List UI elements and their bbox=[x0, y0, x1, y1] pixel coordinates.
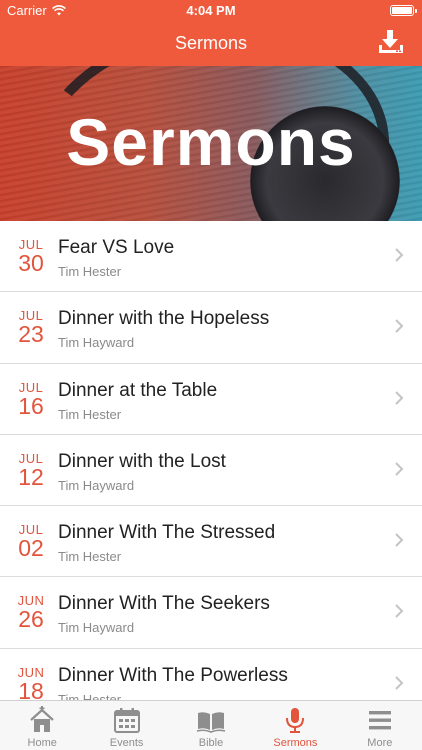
sermon-day: 23 bbox=[18, 321, 44, 348]
sermon-day: 16 bbox=[18, 392, 44, 419]
sermon-day: 30 bbox=[18, 250, 44, 276]
sermon-day: 26 bbox=[18, 606, 44, 633]
calendar-icon bbox=[113, 708, 140, 733]
hero-title: Sermons bbox=[66, 105, 356, 179]
microphone-icon bbox=[286, 708, 305, 733]
hero-banner: Sermons bbox=[0, 66, 422, 221]
header: Carrier 4:04 PM Sermons bbox=[0, 0, 422, 66]
battery-icon bbox=[390, 5, 417, 16]
sermon-row[interactable]: JUL 12 Dinner with the Lost Tim Hayward bbox=[0, 435, 422, 507]
status-time: 4:04 PM bbox=[186, 3, 236, 18]
book-icon bbox=[196, 712, 226, 733]
sermon-row[interactable]: JUN 18 Dinner With The Powerless Tim Hester bbox=[0, 649, 422, 700]
sermon-title: Dinner at the Table bbox=[58, 379, 218, 401]
sermon-speaker: Tim Hester bbox=[58, 264, 122, 279]
menu-icon bbox=[368, 711, 391, 730]
tab-label: Events bbox=[109, 737, 144, 749]
tab-home[interactable]: Home bbox=[0, 701, 84, 750]
chevron-right-icon bbox=[395, 676, 404, 690]
sermon-row[interactable]: JUL 30 Fear VS Love Tim Hester bbox=[0, 221, 422, 293]
sermon-date: JUL 30 bbox=[14, 238, 48, 275]
tab-label: Home bbox=[27, 737, 57, 749]
tab-bar: Home Events Bible Sermons More bbox=[0, 700, 422, 750]
sermon-day: 12 bbox=[18, 463, 44, 490]
chevron-right-icon bbox=[395, 248, 404, 262]
sermon-row[interactable]: JUN 26 Dinner With The Seekers Tim Hayward bbox=[0, 577, 422, 649]
sermon-title: Dinner with the Lost bbox=[58, 450, 226, 472]
sermon-row[interactable]: JUL 16 Dinner at the Table Tim Hester bbox=[0, 364, 422, 435]
chevron-right-icon bbox=[395, 533, 404, 547]
status-bar: Carrier 4:04 PM bbox=[0, 0, 422, 22]
sermon-title: Fear VS Love bbox=[58, 237, 175, 258]
sermon-date: JUL 12 bbox=[14, 452, 48, 489]
tab-label: Sermons bbox=[273, 737, 318, 749]
chevron-right-icon bbox=[395, 390, 404, 405]
sermon-row[interactable]: JUL 02 Dinner With The Stressed Tim Hester bbox=[0, 506, 422, 578]
tab-sermons[interactable]: Sermons bbox=[253, 701, 337, 750]
tab-label: More bbox=[367, 737, 393, 749]
sermon-day: 02 bbox=[18, 535, 44, 562]
sermon-title: Dinner With The Powerless bbox=[58, 664, 288, 686]
sermon-month: JUN bbox=[17, 664, 45, 680]
sermon-date: JUN 26 bbox=[14, 594, 48, 631]
sermon-month: JUL bbox=[18, 379, 44, 395]
sermon-date: JUL 23 bbox=[14, 309, 48, 346]
tab-events[interactable]: Events bbox=[84, 701, 168, 750]
sermon-speaker: Tim Hayward bbox=[58, 620, 135, 636]
sermon-list[interactable]: JUL 30 Fear VS Love Tim Hester JUL 23 Dinner w… bbox=[0, 221, 422, 700]
tab-label: Bible bbox=[198, 737, 224, 749]
sermon-date: JUL 02 bbox=[14, 523, 48, 560]
download-button[interactable] bbox=[376, 28, 406, 56]
sermon-speaker: Tim Hester bbox=[58, 549, 122, 565]
tab-more[interactable]: More bbox=[338, 701, 422, 750]
sermon-month: JUL bbox=[18, 450, 44, 466]
sermon-title: Dinner With The Seekers bbox=[58, 593, 270, 615]
sermon-row[interactable]: JUL 23 Dinner with the Hopeless Tim Hayward bbox=[0, 292, 422, 364]
sermon-speaker: Tim Hester bbox=[58, 406, 122, 422]
sermon-day: 18 bbox=[18, 677, 44, 700]
sermon-date: JUN 18 bbox=[14, 666, 48, 700]
sermon-title: Dinner with the Hopeless bbox=[58, 308, 270, 330]
chevron-right-icon bbox=[395, 319, 404, 334]
home-icon bbox=[30, 706, 54, 732]
sermon-speaker: Tim Hester bbox=[58, 691, 122, 700]
sermon-speaker: Tim Hayward bbox=[58, 335, 135, 351]
tab-bible[interactable]: Bible bbox=[169, 701, 253, 750]
download-icon bbox=[379, 30, 403, 53]
chevron-right-icon bbox=[395, 604, 404, 619]
sermon-title: Dinner With The Stressed bbox=[58, 522, 276, 544]
sermon-date: JUL 16 bbox=[14, 381, 48, 418]
chevron-right-icon bbox=[395, 462, 404, 476]
nav-title: Sermons bbox=[174, 33, 248, 53]
sermon-speaker: Tim Hayward bbox=[58, 477, 135, 493]
